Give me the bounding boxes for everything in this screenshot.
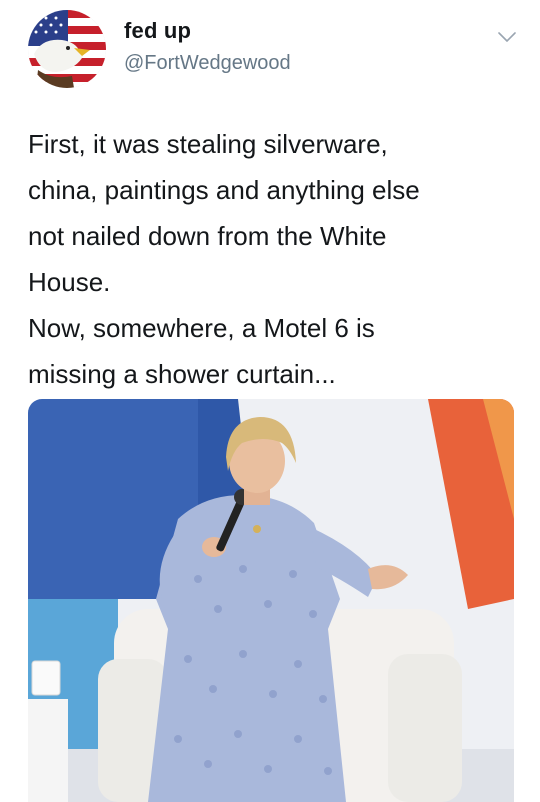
tweet-text: First, it was stealing silverware, china…	[28, 121, 528, 397]
tweet-text-line: missing a shower curtain...	[28, 359, 336, 389]
chevron-down-icon[interactable]	[494, 28, 520, 46]
tweet-text-line: House.	[28, 267, 111, 297]
tweet-text-line: Now, somewhere, a Motel 6 is	[28, 313, 375, 343]
photo-illustration	[28, 399, 514, 802]
user-handle[interactable]: @FortWedgewood	[124, 52, 291, 75]
tweet-text-line: china, paintings and anything else	[28, 175, 420, 205]
avatar[interactable]	[28, 10, 106, 88]
eagle-flag-avatar-icon	[28, 10, 106, 88]
tweet-card: fed up @FortWedgewood First, it was stea…	[0, 0, 540, 802]
tweet-text-line: First, it was stealing silverware,	[28, 129, 388, 159]
tweet-text-line: not nailed down from the White	[28, 221, 387, 251]
tweet-photo[interactable]	[28, 399, 514, 802]
display-name[interactable]: fed up	[124, 18, 191, 44]
